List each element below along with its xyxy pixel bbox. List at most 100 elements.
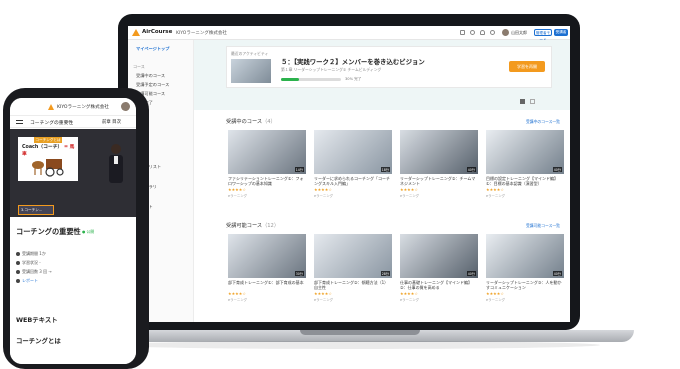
course-thumbnail[interactable]: 30分	[228, 234, 306, 278]
course-title[interactable]: リーダーに求められるコーチング「コーチングスキル入門編」	[314, 176, 392, 186]
detail-row[interactable]: 受講回数 3 回 →	[16, 269, 52, 275]
course-thumbnail[interactable]: 28分	[314, 234, 392, 278]
section-heading: コーチングとは	[16, 337, 61, 345]
sidebar-item-mypage[interactable]: マイページトップ	[136, 46, 169, 52]
admin-mode-button[interactable]: 管理者モード	[534, 29, 552, 42]
course-card[interactable]: 14分ファシリテーショントレーニング①：フォロワーシップの基本知識 ★★★★☆ eラ…	[228, 130, 306, 198]
phone-header: KIYOラーニング株式会社	[10, 98, 136, 116]
course-card[interactable]: 28分部下育成トレーニング②：傾聴方法（1）自主性 ★★★★☆ eラーニング	[314, 234, 392, 302]
duration-badge: 40分	[466, 271, 476, 276]
help-icon[interactable]	[490, 30, 495, 35]
phone-company: KIYOラーニング株式会社	[57, 105, 109, 110]
grid-view-icon[interactable]	[520, 99, 525, 104]
course-card[interactable]: 30分 部下育成トレーニング①：部下育成の基本 ★★★★☆ eラーニング	[228, 234, 306, 302]
phone-lesson-bar: コーチングの重要性 前章 目次	[10, 116, 136, 128]
duration-badge: 18分	[380, 167, 390, 172]
course-card[interactable]: 40分 リーダーシップトレーニング③：人を動かすコミュニケーション ★★★★☆ eラー…	[486, 234, 564, 302]
web-text-heading: WEBテキスト	[16, 316, 58, 324]
course-thumbnail[interactable]: 40分	[486, 234, 564, 278]
logo-icon	[132, 29, 140, 36]
course-thumbnail[interactable]: 40分	[486, 130, 564, 174]
user-avatar[interactable]	[502, 29, 509, 36]
company-name: KIYOラーニング株式会社	[176, 30, 227, 36]
menu-icon[interactable]	[16, 120, 23, 124]
user-name[interactable]: 山田太郎	[511, 30, 527, 36]
course-thumbnail[interactable]: 40分	[400, 130, 478, 174]
chapter-chip[interactable]: 3.コーチン...	[18, 205, 54, 215]
course-thumbnail[interactable]: 14分	[228, 130, 306, 174]
banner-subtitle: 第１章 リーダーシップトレーニング② チームビルディング	[281, 67, 382, 72]
course-type: eラーニング	[228, 194, 248, 198]
app-logo[interactable]: AirCourse	[142, 29, 172, 35]
grid-icon[interactable]	[460, 30, 465, 35]
duration-badge: 14分	[294, 167, 304, 172]
detail-row: 受講期間 1か	[16, 251, 46, 257]
info-icon	[16, 261, 20, 265]
search-icon[interactable]	[470, 30, 475, 35]
course-card[interactable]: 18分リーダーに求められるコーチング「コーチングスキル入門編」 ★★★★☆ eラーニ…	[314, 130, 392, 198]
progress-text: 30% 完了	[345, 76, 362, 81]
rating-stars: ★★★★☆	[228, 187, 246, 192]
video-player[interactable]: コーチングとは Coach（コーチ） = 馬車 3.コーチン...	[10, 129, 136, 217]
duration-badge: 30分	[294, 271, 304, 276]
logo-icon	[48, 104, 54, 110]
list-view-icon[interactable]	[530, 99, 535, 104]
available-title: 受講可能コース（12）	[226, 223, 280, 229]
duration-badge: 40分	[466, 167, 476, 172]
sidebar-item-scheduled[interactable]: 受講予定のコース	[136, 82, 169, 88]
course-type: eラーニング	[314, 298, 334, 302]
course-type: eラーニング	[314, 194, 334, 198]
course-type: eラーニング	[400, 194, 420, 198]
bell-icon[interactable]	[480, 30, 485, 35]
video-slide: コーチングとは Coach（コーチ） = 馬車	[18, 137, 78, 181]
course-card[interactable]: 40分目標の設定トレーニング【マインド編】①：目標の基本認識（演習型） ★★★★☆…	[486, 130, 564, 198]
rating-stars: ★★★★☆	[486, 187, 504, 192]
duration-badge: 40分	[552, 167, 562, 172]
rating-stars: ★★★★☆	[486, 291, 504, 296]
resume-button[interactable]: 学習を再開	[509, 61, 545, 72]
recent-activity-banner: 最近のアクティビティ ５：【実践ワーク２】メンバーを巻き込むビジョン 第１章 リ…	[226, 46, 552, 88]
check-icon	[16, 270, 20, 274]
course-card[interactable]: 40分 仕事の基礎トレーニング【マインド編】②：仕事の質を高める ★★★★☆ eラーニ…	[400, 234, 478, 302]
rating-stars: ★★★★☆	[314, 187, 332, 192]
course-detail: コーチングの重要性 ● 公開 受講期間 1か 学習状況 - 受講回数 3 回 →…	[10, 217, 136, 364]
detail-row: 学習状況 -	[16, 260, 41, 266]
course-title[interactable]: 目標の設定トレーニング【マインド編】①：目標の基本認識（演習型）	[486, 176, 564, 186]
course-title[interactable]: 部下育成トレーニング①：部下育成の基本	[228, 280, 306, 290]
course-type: eラーニング	[400, 298, 420, 302]
phone-bar-title: コーチングの重要性	[30, 121, 74, 126]
laptop-screen: AirCourse KIYOラーニング株式会社 山田太郎 管理者モード 受講者 …	[128, 26, 570, 322]
learner-mode-button[interactable]: 受講者	[554, 29, 568, 36]
report-link[interactable]: レポート	[16, 278, 38, 284]
phone-avatar[interactable]	[121, 102, 130, 111]
banner-label: 最近のアクティビティ	[231, 51, 269, 56]
sidebar-section-course: コース	[133, 64, 145, 69]
course-title[interactable]: リーダーシップトレーニング③：人を動かすコミュニケーション	[486, 280, 564, 290]
available-link[interactable]: 受講可能コース一覧	[526, 223, 560, 229]
phone-screen: KIYOラーニング株式会社 コーチングの重要性 前章 目次 コーチングとは Co…	[10, 98, 136, 364]
course-title[interactable]: リーダーシップトレーニング②：チームマネジメント	[400, 176, 478, 186]
course-title: コーチングの重要性	[16, 227, 81, 236]
report-icon	[16, 279, 20, 283]
laptop-shadow	[110, 341, 600, 349]
rating-stars: ★★★★☆	[400, 187, 418, 192]
course-thumbnail[interactable]: 18分	[314, 130, 392, 174]
course-title[interactable]: 部下育成トレーニング②：傾聴方法（1）自主性	[314, 280, 392, 290]
rating-stars: ★★★★☆	[228, 291, 246, 296]
in-progress-link[interactable]: 受講中のコース一覧	[526, 119, 560, 125]
course-type: eラーニング	[486, 194, 506, 198]
banner-title[interactable]: ５：【実践ワーク２】メンバーを巻き込むビジョン	[281, 57, 425, 66]
course-card[interactable]: 40分リーダーシップトレーニング②：チームマネジメント ★★★★☆ eラーニング	[400, 130, 478, 198]
course-title[interactable]: 仕事の基礎トレーニング【マインド編】②：仕事の質を高める	[400, 280, 478, 290]
progress-fill	[281, 78, 299, 81]
course-title[interactable]: ファシリテーショントレーニング①：フォロワーシップの基本知識	[228, 176, 306, 186]
sidebar-item-in-progress[interactable]: 受講中のコース	[136, 73, 165, 79]
info-icon	[16, 252, 20, 256]
duration-badge: 28分	[380, 271, 390, 276]
banner-thumbnail[interactable]	[231, 59, 271, 83]
phone-bar-nav[interactable]: 前章 目次	[102, 119, 121, 125]
course-thumbnail[interactable]: 40分	[400, 234, 478, 278]
laptop-notch	[300, 330, 420, 335]
rating-stars: ★★★★☆	[314, 291, 332, 296]
status-badge: ● 公開	[82, 229, 95, 234]
